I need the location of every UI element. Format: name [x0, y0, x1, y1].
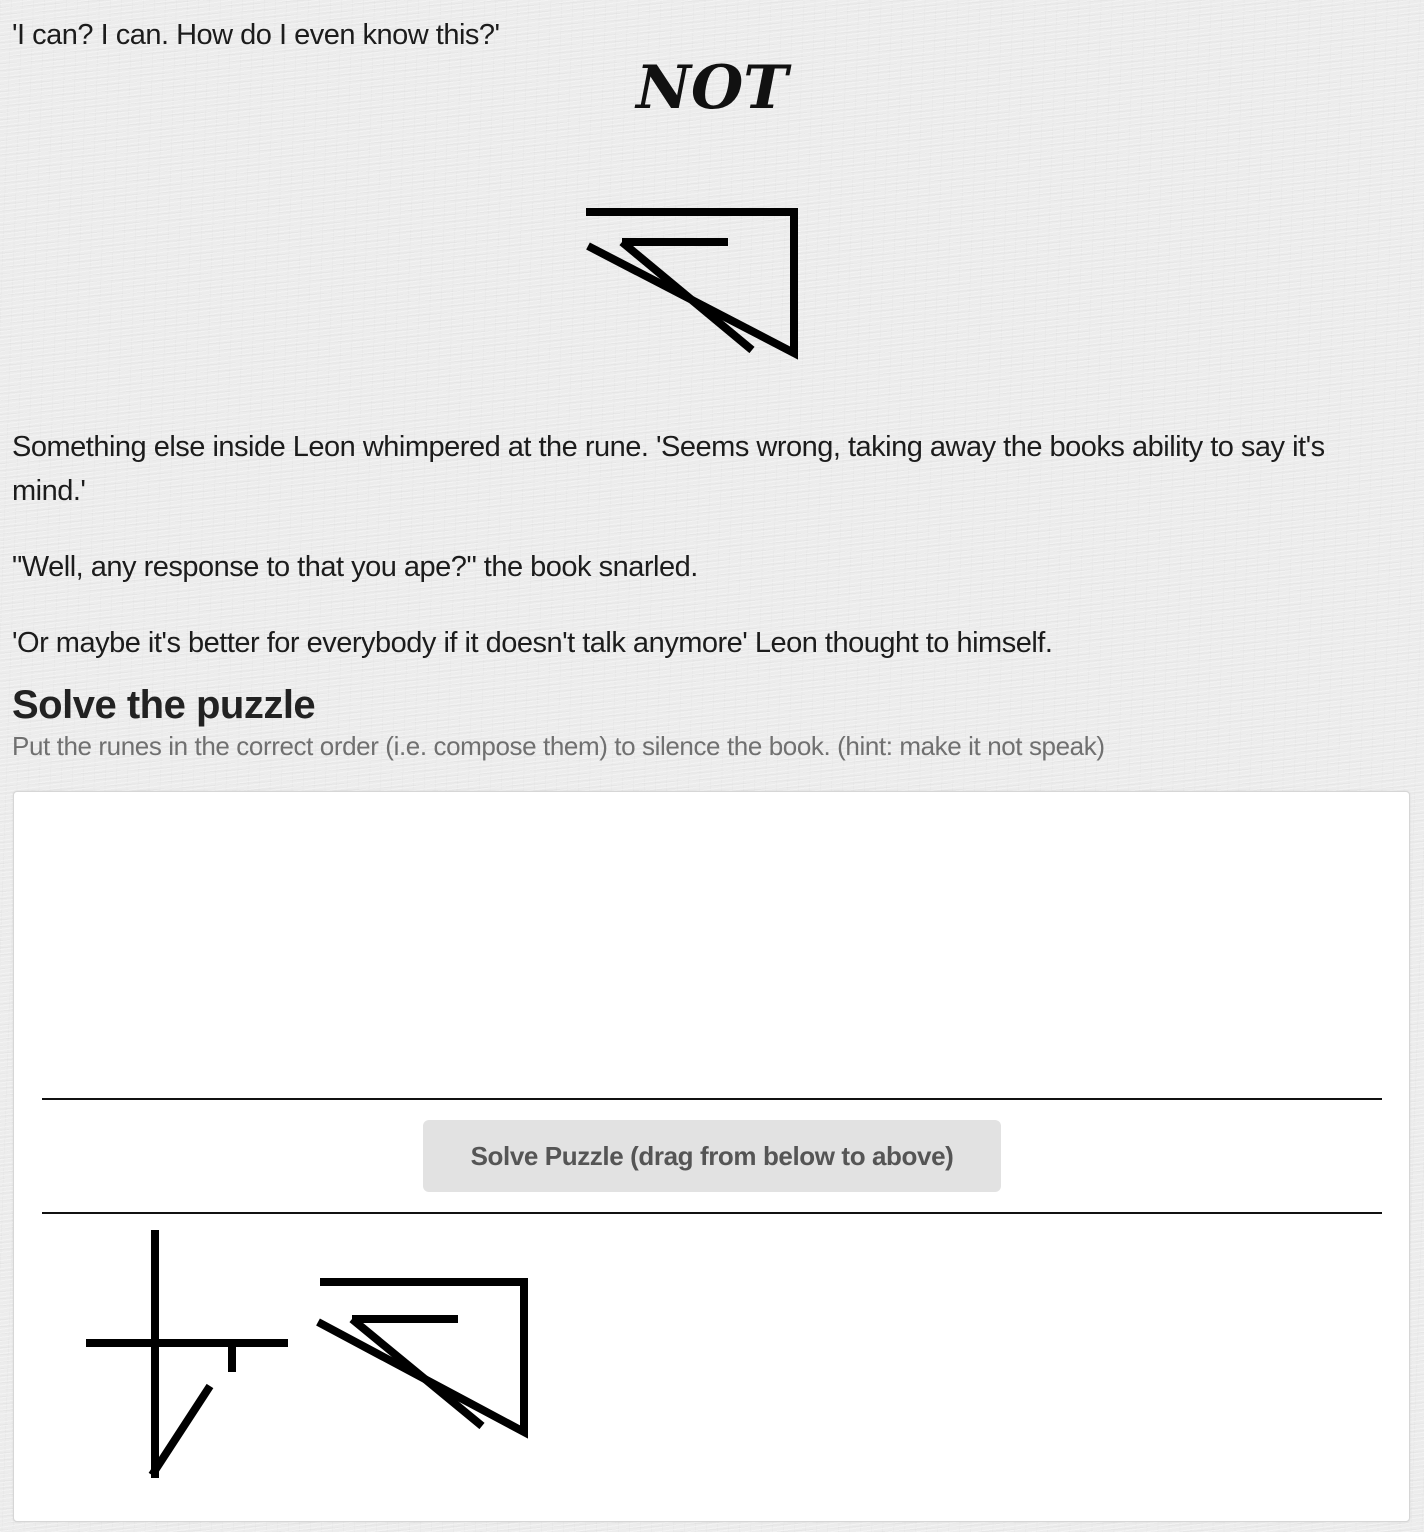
not-rune-icon[interactable]	[312, 1278, 542, 1453]
rune-title: NOT	[636, 53, 788, 123]
puzzle-heading: Solve the puzzle	[12, 683, 316, 727]
solve-puzzle-button[interactable]: Solve Puzzle (drag from below to above)	[423, 1120, 1001, 1192]
not-rune-icon	[578, 200, 808, 375]
solution-drop-area[interactable]	[14, 792, 1409, 1098]
story-paragraph: 'Or maybe it's better for everybody if i…	[12, 627, 1053, 659]
puzzle-panel: Solve Puzzle (drag from below to above)	[13, 791, 1410, 1522]
speak-rune-icon[interactable]	[84, 1230, 294, 1497]
story-paragraph: Something else inside Leon whimpered at …	[12, 431, 1325, 507]
divider	[42, 1098, 1382, 1100]
story-paragraph: "Well, any response to that you ape?" th…	[12, 551, 698, 583]
rune-tray	[14, 1214, 1409, 1519]
puzzle-instructions: Put the runes in the correct order (i.e.…	[12, 731, 1105, 761]
